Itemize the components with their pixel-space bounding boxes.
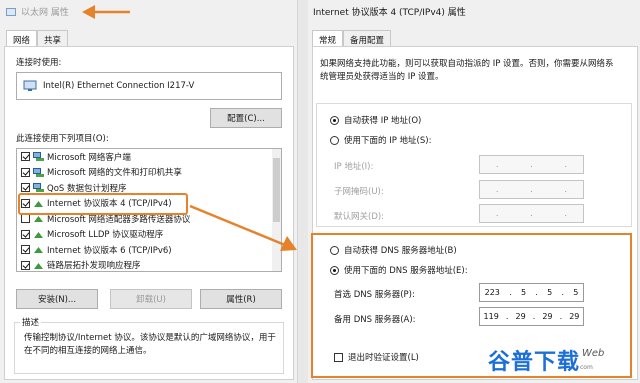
uninstall-button[interactable]: 卸载(U)	[110, 289, 192, 309]
ip-address-label: IP 地址(I):	[334, 162, 374, 172]
auto-ip-radio[interactable]	[330, 115, 339, 125]
window-gap	[298, 0, 308, 383]
ip-address-field[interactable]: ...	[479, 155, 584, 174]
adapter-field: Intel(R) Ethernet Connection I217-V	[16, 72, 282, 100]
network-adapter-icon	[6, 7, 16, 16]
manual-ip-label: 使用下面的 IP 地址(S):	[344, 136, 432, 146]
intro-text: 如果网络支持此功能，则可以获取自动指派的 IP 设置。否则，你需要从网络系统管理…	[320, 59, 614, 82]
scrollbar-thumb[interactable]	[273, 158, 280, 222]
items-label: 此连接使用下列项目(O):	[16, 134, 109, 144]
gateway-field[interactable]: ...	[479, 204, 584, 223]
description-text: 传输控制协议/Internet 协议。该协议是默认的广域网络协议，用于在不同的相…	[24, 333, 276, 356]
manual-ip-option[interactable]: 使用下面的 IP 地址(S):	[330, 134, 431, 146]
protocol-icon	[34, 262, 43, 269]
protocol-icon	[34, 247, 43, 254]
item-checkbox[interactable]	[21, 167, 30, 177]
item-label: Microsoft 网络客户端	[47, 152, 131, 163]
item-label: 链路层拓扑发现响应程序	[47, 261, 141, 272]
adapter-name: Intel(R) Ethernet Connection I217-V	[43, 81, 195, 91]
ipv4-highlight	[18, 193, 188, 215]
item-label: Microsoft LLDP 协议驱动程序	[47, 230, 164, 241]
item-checkbox[interactable]	[21, 183, 30, 193]
properties-button[interactable]: 属性(R)	[200, 289, 282, 309]
subnet-field[interactable]: ...	[479, 180, 584, 199]
list-item[interactable]: Microsoft 网络的文件和打印机共享	[17, 165, 281, 181]
watermark-sub: Web	[582, 348, 605, 359]
list-item[interactable]: 链路层拓扑发现响应程序	[17, 258, 281, 272]
item-label: QoS 数据包计划程序	[47, 183, 127, 194]
auto-ip-option[interactable]: 自动获得 IP 地址(O)	[330, 114, 421, 126]
list-item[interactable]: Internet 协议版本 6 (TCP/IPv6)	[17, 242, 281, 258]
manual-ip-radio[interactable]	[330, 135, 339, 145]
item-label: Internet 协议版本 6 (TCP/IPv6)	[47, 245, 172, 256]
auto-ip-label: 自动获得 IP 地址(O)	[344, 116, 422, 126]
item-checkbox[interactable]	[21, 152, 30, 162]
configure-button[interactable]: 配置(C)...	[210, 108, 282, 128]
list-item[interactable]: Microsoft 网络客户端	[17, 149, 281, 165]
gateway-label: 默认网关(D):	[334, 212, 385, 222]
file-share-icon	[33, 167, 44, 177]
subnet-label: 子网掩码(U):	[334, 187, 384, 197]
list-item[interactable]: Microsoft LLDP 协议驱动程序	[17, 227, 281, 243]
window-title-text: 以太网 属性	[21, 8, 69, 18]
protocol-icon	[34, 216, 43, 223]
item-checkbox[interactable]	[21, 260, 30, 270]
protocol-icon	[34, 231, 43, 238]
description-label: 描述	[20, 316, 42, 328]
network-client-icon	[33, 152, 44, 162]
window-title-left: 以太网 属性	[6, 5, 69, 18]
connect-using-label: 连接时使用:	[16, 58, 62, 68]
item-checkbox[interactable]	[21, 214, 30, 224]
watermark-logo: 谷普下载	[488, 350, 581, 375]
item-checkbox[interactable]	[21, 229, 30, 239]
qos-icon	[33, 183, 44, 193]
item-label: Microsoft 网络的文件和打印机共享	[47, 168, 182, 179]
install-button[interactable]: 安装(N)...	[16, 289, 98, 309]
window-title-right: Internet 协议版本 4 (TCP/IPv4) 属性	[313, 8, 466, 18]
network-card-icon	[23, 80, 37, 91]
watermark-small: com	[580, 364, 593, 371]
item-checkbox[interactable]	[21, 245, 30, 255]
